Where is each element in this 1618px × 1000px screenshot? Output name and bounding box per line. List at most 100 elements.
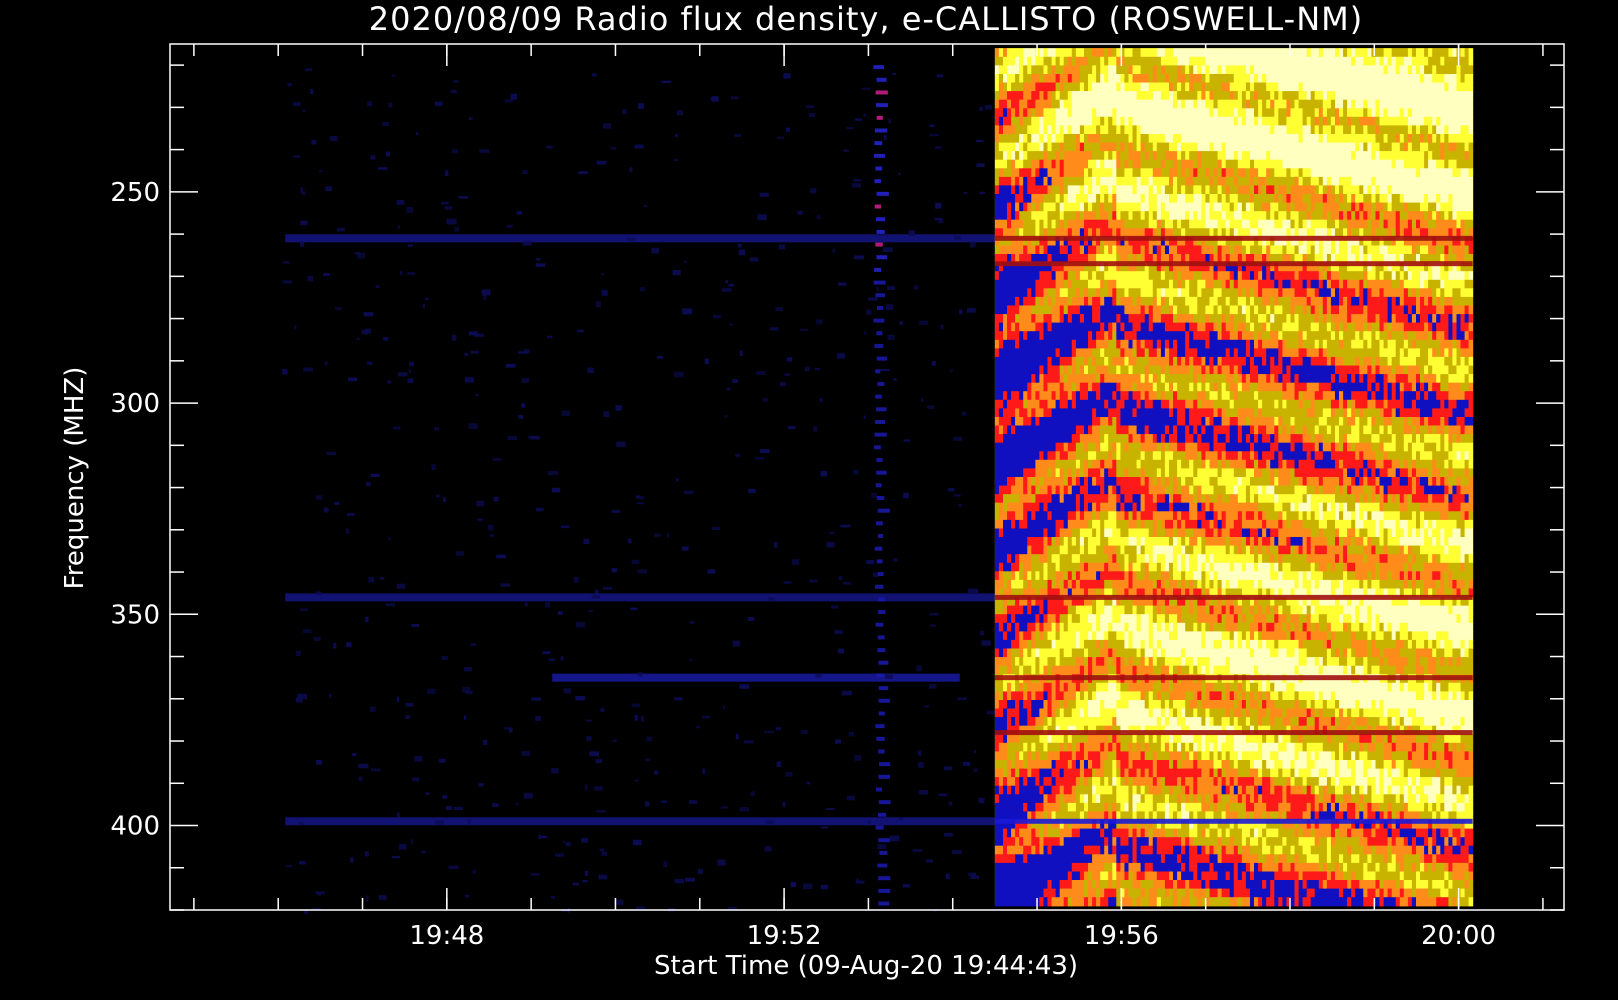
spectrogram-cell: [1245, 185, 1251, 195]
spectrogram-cell: [1371, 296, 1376, 307]
spectrogram-cell: [1444, 339, 1449, 349]
spectrogram-cell: [1067, 185, 1073, 195]
spectrogram-cell: [1363, 168, 1368, 178]
spectrogram-cell: [1399, 271, 1405, 281]
spectrogram-cell: [1432, 271, 1437, 281]
spectrogram-cell: [1428, 185, 1433, 195]
spectrogram-cell: [1079, 288, 1085, 298]
spectrogram-cell: [1387, 245, 1393, 255]
spectrogram-cell: [1217, 202, 1223, 212]
spectrogram-cell: [1290, 279, 1296, 289]
spectrogram-cell: [1274, 108, 1279, 118]
spectrogram-cell: [1132, 322, 1138, 332]
spectrogram-cell: [1456, 245, 1462, 255]
spectrogram-cell: [1164, 65, 1170, 75]
spectrogram-cell: [1100, 279, 1105, 289]
spectrogram-cell: [1003, 356, 1008, 367]
spectrogram-cell: [1160, 134, 1166, 144]
spectrogram-cell: [1241, 116, 1247, 126]
noise-speckle: [345, 528, 350, 534]
spectrogram-cell: [1124, 365, 1129, 375]
spectrogram-cell: [1432, 279, 1437, 289]
spectrogram-cell: [1363, 108, 1368, 118]
spectrogram-cell: [1185, 279, 1190, 289]
spectrogram-cell: [1225, 202, 1231, 212]
spectrogram-cell: [1250, 279, 1255, 289]
spectrogram-cell: [1169, 91, 1174, 101]
noise-speckle: [764, 845, 772, 852]
noise-speckle: [630, 607, 638, 611]
spectrogram-cell: [1023, 91, 1028, 101]
spectrogram-cell: [1310, 125, 1316, 135]
spectrogram-cell: [1100, 48, 1105, 58]
spectrogram-cell: [1144, 314, 1150, 324]
type-iii-burst-segment: [878, 812, 887, 817]
spectrogram-cell: [1197, 168, 1202, 178]
spectrogram-cell: [1298, 159, 1304, 169]
spectrogram-cell: [1015, 134, 1020, 144]
spectrogram-cell: [994, 305, 1000, 315]
spectrogram-cell: [1359, 356, 1364, 367]
spectrogram-cell: [1330, 194, 1336, 204]
spectrogram-cell: [1322, 116, 1328, 126]
spectrogram-cell: [1023, 305, 1028, 315]
spectrogram-cell: [1084, 99, 1089, 109]
spectrogram-cell: [1023, 314, 1028, 324]
spectrogram-cell: [1075, 176, 1081, 187]
spectrogram-cell: [1270, 176, 1275, 187]
spectrogram-cell: [1335, 91, 1340, 101]
spectrogram-cell: [1108, 168, 1113, 178]
spectrogram-cell: [1262, 159, 1267, 169]
spectrogram-cell: [1193, 56, 1198, 66]
spectrogram-cell: [1043, 245, 1049, 255]
spectrogram-cell: [1205, 108, 1210, 118]
spectrogram-cell: [1144, 134, 1150, 144]
spectrogram-cell: [1092, 91, 1097, 101]
spectrogram-cell: [1140, 331, 1146, 341]
spectrogram-cell: [1233, 365, 1239, 375]
spectrogram-cell: [1027, 356, 1032, 367]
spectrogram-cell: [1250, 245, 1255, 255]
spectrogram-cell: [1237, 48, 1243, 58]
spectrogram-cell: [1221, 142, 1227, 152]
noise-speckle: [732, 640, 741, 647]
spectrogram-cell: [1027, 194, 1032, 204]
spectrogram-cell: [1468, 194, 1474, 204]
spectrogram-cell: [1233, 134, 1239, 144]
spectrogram-cell: [1096, 185, 1101, 195]
spectrogram-cell: [1084, 125, 1089, 135]
spectrogram-cell: [1245, 339, 1251, 349]
spectrogram-cell: [1148, 116, 1154, 126]
spectrogram-cell: [1424, 91, 1429, 101]
spectrogram-cell: [1407, 219, 1413, 229]
spectrogram-cell: [1258, 279, 1263, 289]
spectrogram-cell: [1035, 65, 1040, 75]
spectrogram-cell: [1326, 279, 1332, 289]
spectrogram-cell: [1245, 245, 1251, 255]
spectrogram-cell: [1225, 134, 1231, 144]
spectrogram-cell: [1039, 219, 1044, 229]
spectrogram-cell: [1407, 279, 1413, 289]
spectrogram-cell: [1444, 116, 1449, 126]
spectrogram-cell: [1371, 159, 1376, 169]
noise-speckle: [521, 403, 526, 408]
spectrogram-cell: [1314, 159, 1320, 169]
spectrogram-cell: [998, 134, 1004, 144]
type-iii-burst-segment: [876, 305, 883, 310]
spectrogram-cell: [1456, 159, 1462, 169]
spectrogram-cell: [1326, 331, 1332, 341]
spectrogram-cell: [1298, 339, 1304, 349]
spectrogram-cell: [1432, 356, 1437, 367]
spectrogram-cell: [1156, 279, 1162, 289]
spectrogram-cell: [1164, 116, 1170, 126]
spectrogram-cell: [998, 159, 1004, 169]
spectrogram-cell: [1258, 314, 1263, 324]
spectrogram-cell: [1359, 322, 1364, 332]
spectrogram-cell: [1278, 279, 1283, 289]
spectrogram-cell: [1355, 356, 1360, 367]
spectrogram-cell: [1375, 125, 1381, 135]
spectrogram-cell: [1003, 305, 1008, 315]
noise-speckle: [478, 783, 484, 787]
spectrogram-cell: [1140, 125, 1146, 135]
spectrogram-cell: [1043, 271, 1049, 281]
